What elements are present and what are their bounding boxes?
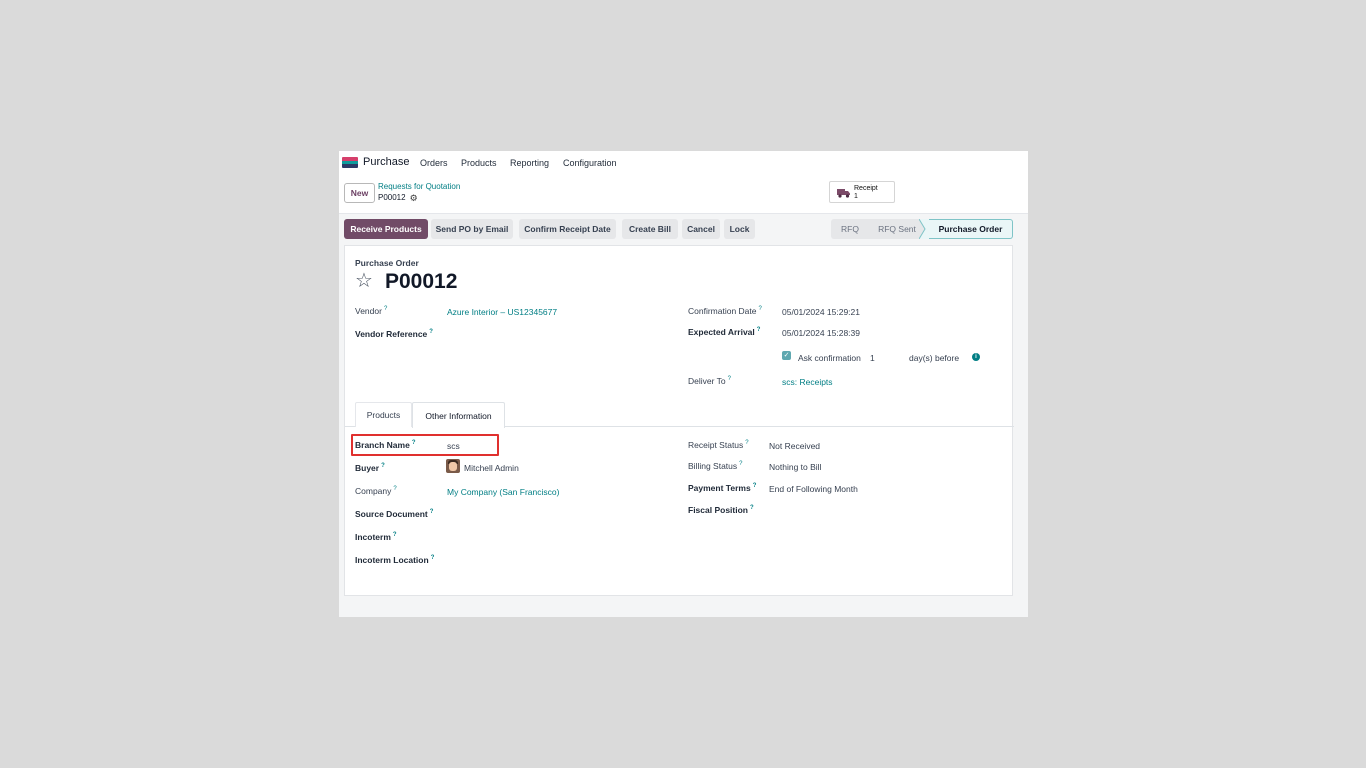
star-icon[interactable]: ☆: [355, 270, 373, 292]
receipt-status-label: Receipt Status?: [688, 440, 749, 450]
top-navbar: Purchase Orders Products Reporting Confi…: [339, 151, 1028, 173]
stage-arrow: [919, 219, 929, 239]
branch-name-field[interactable]: scs: [447, 441, 460, 451]
breadcrumb-current: P00012 ⚙: [378, 193, 418, 202]
receipt-label: Receipt: [854, 185, 878, 192]
vendor-reference-label: Vendor Reference?: [355, 329, 433, 339]
lock-button[interactable]: Lock: [724, 219, 755, 239]
ask-confirmation-days-field[interactable]: 1: [870, 353, 875, 363]
form-sheet: Purchase Order ☆ P00012 Vendor? Azure In…: [344, 245, 1014, 596]
purchase-app-window: Purchase Orders Products Reporting Confi…: [339, 151, 1028, 617]
record-type-label: Purchase Order: [355, 258, 419, 268]
purchase-app-icon[interactable]: [342, 157, 358, 168]
branch-name-label: Branch Name?: [355, 440, 416, 450]
buyer-field[interactable]: Mitchell Admin: [464, 463, 519, 473]
stage-rfq-sent[interactable]: RFQ Sent: [869, 219, 925, 239]
gear-icon[interactable]: ⚙: [410, 193, 418, 202]
nav-configuration[interactable]: Configuration: [563, 158, 617, 168]
buyer-avatar: [446, 459, 460, 473]
ask-confirmation-label: Ask confirmation: [798, 353, 861, 363]
record-name: P00012: [385, 270, 458, 293]
info-icon[interactable]: i: [972, 353, 980, 361]
confirmation-date-field[interactable]: 05/01/2024 15:29:21: [782, 307, 860, 317]
receipt-status-field: Not Received: [769, 441, 821, 451]
stage-rfq[interactable]: RFQ: [831, 219, 869, 239]
status-bar: RFQ RFQ Sent Purchase Order: [831, 219, 1013, 239]
payment-terms-label: Payment Terms?: [688, 483, 757, 493]
ask-confirmation-checkbox[interactable]: ✓: [782, 351, 791, 360]
receipt-smart-label: Receipt 1: [854, 185, 878, 201]
tab-other-information[interactable]: Other Information: [412, 402, 505, 428]
expected-arrival-label: Expected Arrival?: [688, 327, 761, 337]
receipt-count: 1: [854, 193, 858, 200]
nav-products[interactable]: Products: [461, 158, 497, 168]
truck-icon: [837, 189, 850, 198]
billing-status-label: Billing Status?: [688, 461, 743, 471]
nav-reporting[interactable]: Reporting: [510, 158, 549, 168]
fiscal-position-label: Fiscal Position?: [688, 505, 754, 515]
deliver-to-label: Deliver To?: [688, 376, 731, 386]
ask-confirmation-suffix: day(s) before: [909, 353, 960, 363]
source-document-label: Source Document?: [355, 509, 434, 519]
confirm-receipt-date-button[interactable]: Confirm Receipt Date: [519, 219, 616, 239]
billing-status-field: Nothing to Bill: [769, 462, 822, 472]
buyer-label: Buyer?: [355, 463, 385, 473]
confirmation-date-label: Confirmation Date?: [688, 306, 762, 316]
company-label: Company?: [355, 486, 397, 496]
payment-terms-field[interactable]: End of Following Month: [769, 484, 858, 494]
tab-products[interactable]: Products: [355, 402, 412, 427]
vendor-label: Vendor?: [355, 306, 388, 316]
expected-arrival-field[interactable]: 05/01/2024 15:28:39: [782, 328, 860, 338]
cancel-button[interactable]: Cancel: [682, 219, 720, 239]
receipt-smart-button[interactable]: Receipt 1: [829, 181, 895, 203]
receive-products-button[interactable]: Receive Products: [344, 219, 428, 239]
incoterm-label: Incoterm?: [355, 532, 397, 542]
vendor-field[interactable]: Azure Interior – US12345677: [447, 307, 557, 317]
send-po-email-button[interactable]: Send PO by Email: [431, 219, 513, 239]
breadcrumb-current-label: P00012: [378, 193, 406, 202]
nav-orders[interactable]: Orders: [420, 158, 448, 168]
breadcrumb-parent-link[interactable]: Requests for Quotation: [378, 182, 460, 191]
new-button[interactable]: New: [344, 183, 375, 203]
app-name[interactable]: Purchase: [363, 156, 409, 168]
company-field[interactable]: My Company (San Francisco): [447, 487, 559, 497]
stage-purchase-order[interactable]: Purchase Order: [929, 219, 1013, 239]
incoterm-location-label: Incoterm Location?: [355, 555, 435, 565]
deliver-to-field[interactable]: scs: Receipts: [782, 377, 833, 387]
create-bill-button[interactable]: Create Bill: [622, 219, 678, 239]
